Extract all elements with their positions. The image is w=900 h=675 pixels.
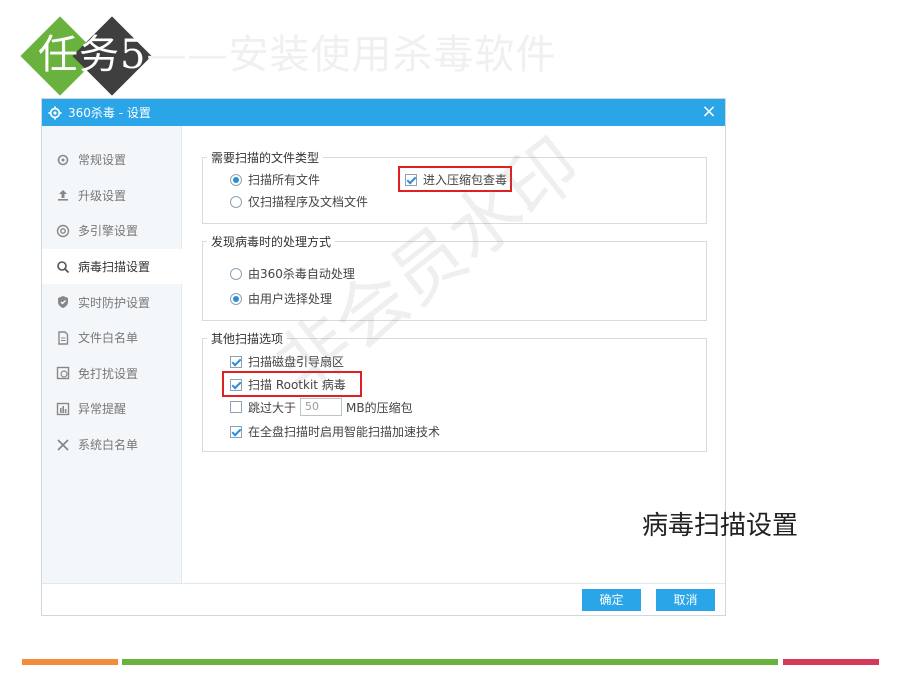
checkbox[interactable] [230, 425, 242, 438]
radio-scan-programs-only[interactable]: 仅扫描程序及文档文件 [230, 193, 368, 210]
checkbox[interactable] [230, 401, 242, 413]
checkbox-boot-sector[interactable]: 扫描磁盘引导扇区 [230, 353, 344, 370]
radio-label: 扫描所有文件 [248, 173, 321, 187]
checkbox-label-suffix: MB的压缩包 [346, 400, 413, 415]
sidebar-item-label: 异常提醒 [78, 402, 127, 417]
dialog-footer: 确定 取消 [42, 583, 725, 615]
clock-icon [56, 367, 70, 380]
radio-label: 由360杀毒自动处理 [248, 267, 355, 281]
sidebar-item-do-not-disturb[interactable]: 免打扰设置 [42, 356, 181, 392]
bottom-bar-green [122, 659, 778, 665]
radio-button[interactable] [230, 173, 242, 186]
slide-title-main: 任务5 [38, 32, 147, 78]
slide-title-rest: ——安装使用杀毒软件 [146, 32, 557, 78]
checkbox-label: 跳过大于 [248, 400, 297, 415]
dialog-title: 360杀毒 - 设置 [68, 106, 151, 120]
gear-icon [48, 105, 62, 120]
shield-icon [58, 296, 68, 309]
radio-button[interactable] [230, 195, 242, 208]
checkbox[interactable] [230, 355, 242, 368]
checkbox-smart-scan[interactable]: 在全盘扫描时启用智能扫描加速技术 [230, 423, 440, 440]
checkbox-skip-large-archives[interactable]: 跳过大于 50 MB的压缩包 [230, 398, 413, 416]
slide-header: 任务5——安装使用杀毒软件 [20, 14, 882, 96]
gear-icon [57, 154, 69, 166]
sidebar-item-label: 免打扰设置 [78, 366, 139, 381]
file-icon [58, 331, 69, 345]
ok-button[interactable]: 确定 [582, 589, 641, 611]
settings-dialog: 360杀毒 - 设置 × 常规设置 升级设置 多引擎设置 病毒扫描设置 实时防护… [41, 98, 726, 616]
slide-caption: 病毒扫描设置 [642, 511, 799, 541]
red-highlight-box [222, 371, 362, 397]
sidebar-item-file-whitelist[interactable]: 文件白名单 [42, 320, 181, 356]
archive-size-input[interactable]: 50 [300, 398, 343, 416]
sidebar-item-label: 病毒扫描设置 [78, 260, 151, 275]
radio-auto-handle[interactable]: 由360杀毒自动处理 [230, 265, 355, 282]
bottom-bar-red [783, 659, 879, 665]
checkbox-label: 在全盘扫描时启用智能扫描加速技术 [248, 425, 441, 439]
sidebar-item-label: 升级设置 [78, 188, 127, 203]
sidebar-item-engines[interactable]: 多引擎设置 [42, 213, 181, 249]
sidebar-item-label: 实时防护设置 [78, 295, 151, 310]
radio-label: 仅扫描程序及文档文件 [248, 195, 369, 209]
cancel-button[interactable]: 取消 [656, 589, 715, 611]
settings-sidebar: 常规设置 升级设置 多引擎设置 病毒扫描设置 实时防护设置 文件白名单 免打扰设… [42, 126, 182, 583]
sidebar-item-label: 多引擎设置 [78, 224, 139, 239]
sidebar-item-label: 文件白名单 [78, 331, 139, 346]
search-icon [57, 260, 70, 273]
sidebar-item-system-whitelist[interactable]: 系统白名单 [42, 427, 181, 463]
engine-icon [56, 224, 70, 238]
close-icon[interactable]: × [699, 102, 719, 122]
dialog-titlebar[interactable]: 360杀毒 - 设置 × [42, 99, 725, 126]
radio-button[interactable] [230, 267, 242, 280]
checkbox-label: 扫描磁盘引导扇区 [248, 355, 345, 369]
tools-icon [57, 438, 69, 451]
bottom-bar-orange [22, 659, 118, 665]
sidebar-item-label: 系统白名单 [78, 438, 139, 453]
radio-scan-all-files[interactable]: 扫描所有文件 [230, 171, 320, 188]
sidebar-item-alerts[interactable]: 异常提醒 [42, 391, 181, 427]
chart-icon [56, 402, 70, 416]
sidebar-item-general[interactable]: 常规设置 [42, 142, 181, 178]
radio-label: 由用户选择处理 [248, 292, 333, 306]
group-legend: 需要扫描的文件类型 [207, 149, 324, 166]
sidebar-item-upgrade[interactable]: 升级设置 [42, 178, 181, 214]
sidebar-item-realtime[interactable]: 实时防护设置 [42, 284, 181, 320]
sidebar-item-virus-scan[interactable]: 病毒扫描设置 [42, 248, 182, 285]
group-legend: 其他扫描选项 [207, 330, 288, 347]
group-legend: 发现病毒时的处理方式 [207, 233, 336, 250]
slide-title: 任务5——安装使用杀毒软件 [38, 20, 556, 90]
red-highlight-box [398, 166, 512, 192]
dialog-content: 常规设置 升级设置 多引擎设置 病毒扫描设置 实时防护设置 文件白名单 免打扰设… [42, 126, 725, 583]
radio-button[interactable] [230, 292, 242, 305]
upload-icon [58, 190, 68, 201]
sidebar-item-label: 常规设置 [78, 153, 127, 168]
radio-user-handle[interactable]: 由用户选择处理 [230, 290, 332, 307]
